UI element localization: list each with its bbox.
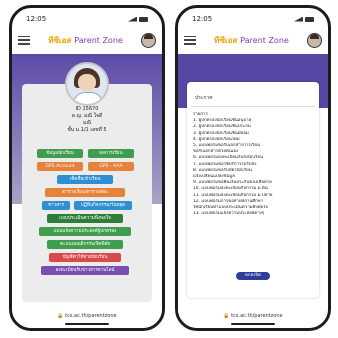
student-nickname: มณี bbox=[83, 120, 91, 126]
student-info-button[interactable]: ข้อมูลนักเรียน bbox=[37, 149, 83, 158]
signal-icon bbox=[294, 16, 303, 22]
brand-title: Parent Zone bbox=[74, 35, 123, 45]
gps-aaa-button[interactable]: GPS - AAA bbox=[88, 162, 134, 171]
dialog-close-button[interactable]: ตกลงปิด bbox=[236, 272, 270, 280]
hamburger-menu-icon[interactable] bbox=[184, 35, 196, 45]
grades-button[interactable]: ผลการเรียน bbox=[88, 149, 134, 158]
footer-url: 🔒 tcs.ac.th/parentzone bbox=[57, 313, 117, 319]
status-icons bbox=[128, 16, 148, 22]
app-brand: ทีซีเอส Parent Zone bbox=[48, 34, 123, 47]
student-id: ID 15670 bbox=[75, 106, 99, 112]
user-avatar-icon[interactable] bbox=[141, 32, 156, 48]
student-info: ID 15670 ด.ญ. มณี ใจดี มณี ชั้น ม.1/1 เล… bbox=[22, 106, 152, 134]
battery-icon bbox=[305, 16, 314, 22]
app-header: ทีซีเอส Parent Zone bbox=[18, 28, 156, 52]
brand-logo: ทีซีเอส bbox=[48, 35, 72, 45]
user-avatar-icon[interactable] bbox=[307, 32, 322, 48]
announcement-dialog: ประกาศ รายการ 1. ผู้ปกครองนักเรียนชั้นอน… bbox=[187, 82, 319, 298]
phone-right-screen: 12:05 ทีซีเอส Parent Zone ประกาศ รายการ … bbox=[175, 5, 331, 331]
home-indicator[interactable] bbox=[65, 323, 109, 325]
expense-account-button[interactable]: บัญชีค่าใช้จ่ายนักเรียน bbox=[49, 253, 121, 262]
brand-title: Parent Zone bbox=[240, 35, 289, 45]
brand-logo: ทีซีเอส bbox=[214, 35, 238, 45]
status-bar: 12:05 bbox=[192, 14, 314, 24]
battery-icon bbox=[139, 16, 148, 22]
calendar-button[interactable]: ปฏิทินกิจกรรม/วันหยุด bbox=[74, 201, 132, 210]
behavior-score-button[interactable]: คะแนนพฤติกรรม/จิตพิสัย bbox=[47, 240, 123, 249]
phone-left-screen: 12:05 ทีซีเอส Parent Zone ID 15670 ด.ญ. … bbox=[9, 5, 165, 331]
app-brand: ทีซีเอส Parent Zone bbox=[214, 34, 289, 47]
news-button[interactable]: ข่าวสาร bbox=[42, 201, 70, 210]
status-icons bbox=[294, 16, 314, 22]
hamburger-menu-icon[interactable] bbox=[18, 35, 30, 45]
status-time: 12:05 bbox=[192, 15, 213, 23]
list-item[interactable]: 13. แบบฟอร์มแจ้งความประสงค์ต่างๆ bbox=[193, 211, 315, 217]
line-register-button[interactable]: ลงทะเบียนรับข่าวสารผ่านไลน์ bbox=[41, 266, 129, 275]
status-bar: 12:05 bbox=[26, 14, 148, 24]
footer-url: 🔒 tcs.ac.th/parentzone bbox=[223, 313, 283, 319]
home-indicator[interactable] bbox=[231, 323, 275, 325]
signal-icon bbox=[128, 16, 137, 22]
app-header: ทีซีเอส Parent Zone bbox=[184, 28, 322, 52]
satisfaction-survey-button[interactable]: แบบประเมินความพึงพอใจ bbox=[47, 214, 123, 223]
gps-account-button[interactable]: GPS Account bbox=[37, 162, 83, 171]
attendance-button[interactable]: เช็คชื่อเข้าเรียน bbox=[57, 175, 113, 184]
status-time: 12:05 bbox=[26, 15, 47, 23]
student-avatar bbox=[65, 62, 109, 106]
dialog-divider bbox=[191, 106, 315, 107]
dialog-title: ประกาศ bbox=[195, 95, 213, 101]
announcement-list: รายการ 1. ผู้ปกครองนักเรียนชั้นอนุบาล 2.… bbox=[193, 112, 315, 217]
student-class: ชั้น ม.1/1 เลขที่ 5 bbox=[67, 127, 107, 133]
parent-request-button[interactable]: แบบแจ้งความประสงค์ผู้ปกครอง bbox=[39, 227, 131, 236]
student-name: ด.ญ. มณี ใจดี bbox=[71, 113, 103, 119]
schedule-button[interactable]: ตารางเรียน/ตารางสอบ bbox=[45, 188, 125, 197]
